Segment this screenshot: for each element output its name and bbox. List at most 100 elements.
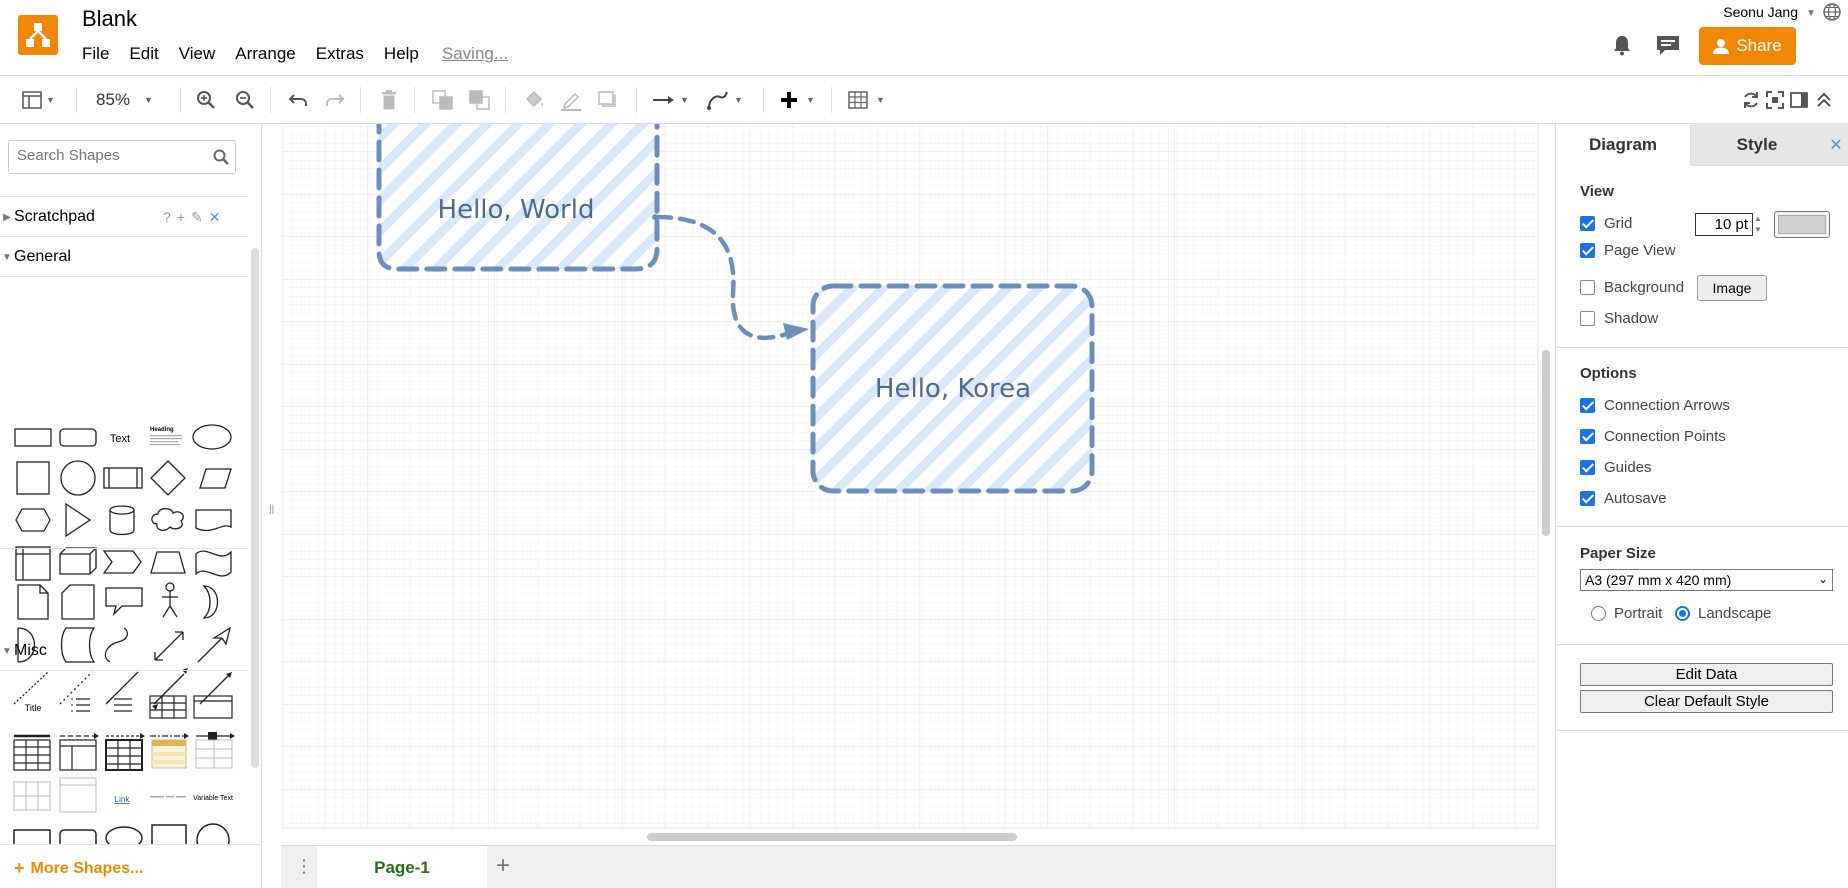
rounded-rectangle-shape[interactable] <box>59 428 97 447</box>
guides-option[interactable]: Guides <box>1580 459 1652 476</box>
menu-file[interactable]: File <box>82 44 109 64</box>
shadow-button[interactable] <box>598 87 618 113</box>
rectangle-shape[interactable] <box>14 428 52 447</box>
menu-help[interactable]: Help <box>384 44 419 64</box>
image-button[interactable]: Image <box>1697 275 1767 301</box>
tab-diagram[interactable]: Diagram <box>1556 124 1690 166</box>
menu-edit[interactable]: Edit <box>129 44 158 64</box>
landscape-radio[interactable] <box>1675 606 1690 621</box>
scratchpad-header[interactable]: ▶ Scratchpad ? + ✎ ✕ <box>0 202 248 232</box>
label-text-shape[interactable] <box>150 796 186 798</box>
note-shape[interactable] <box>17 584 49 620</box>
connection-style-dropdown[interactable]: ▼ <box>652 87 689 113</box>
class-list-shape[interactable] <box>59 777 97 813</box>
portrait-radio[interactable] <box>1591 606 1606 621</box>
shape-hello-korea[interactable]: Hello, Korea <box>810 283 1095 494</box>
general-shapes-grid[interactable]: Text Heading <box>0 284 248 584</box>
connection-arrows-option[interactable]: Connection Arrows <box>1580 397 1730 414</box>
general-header[interactable]: ▼ General <box>0 242 248 272</box>
delete-button[interactable] <box>381 87 397 113</box>
waypoints-dropdown[interactable]: ▼ <box>706 87 743 113</box>
shape-hello-korea-label[interactable]: Hello, Korea <box>875 374 1031 404</box>
tab-style[interactable]: Style <box>1690 124 1823 166</box>
misc-shapes-grid[interactable]: Title Link Variable Text <box>0 680 248 850</box>
notification-bell-icon[interactable] <box>1610 33 1634 57</box>
fullscreen-button[interactable] <box>1766 87 1784 113</box>
paper-size-select[interactable]: A3 (297 mm x 420 mm) ⌄ <box>1580 569 1833 591</box>
text-shape[interactable]: Text <box>110 433 130 445</box>
connection-points-option[interactable]: Connection Points <box>1580 428 1726 445</box>
more-shapes-button[interactable]: + More Shapes... <box>14 858 143 879</box>
shape-hello-world-label[interactable]: Hello, World <box>438 195 595 225</box>
cloud-shape[interactable] <box>151 507 184 531</box>
misc-header[interactable]: ▼ Misc <box>0 636 248 666</box>
toggle-format-panel-button[interactable] <box>1790 87 1808 113</box>
menu-extras[interactable]: Extras <box>316 44 364 64</box>
variable-text-shape[interactable]: Variable Text <box>193 795 233 802</box>
page-view-checkbox[interactable] <box>1580 243 1595 258</box>
fill-color-button[interactable] <box>523 87 545 113</box>
step-shape[interactable] <box>102 550 142 574</box>
card-shape[interactable] <box>61 584 95 620</box>
edit-data-button[interactable]: Edit Data <box>1580 663 1833 686</box>
document-shape[interactable] <box>195 509 232 532</box>
search-input[interactable] <box>17 147 207 164</box>
format-panel-toggle[interactable]: ▼ <box>22 87 55 113</box>
page-tab[interactable]: Page-1 <box>317 846 487 888</box>
title-shape[interactable]: Title <box>25 703 42 713</box>
redo-button[interactable] <box>325 87 345 113</box>
to-back-button[interactable] <box>469 87 491 113</box>
portrait-option[interactable]: Portrait <box>1591 605 1662 622</box>
grid-size-stepper[interactable]: ▲ ▼ <box>1754 213 1766 236</box>
table-shape[interactable] <box>149 695 187 719</box>
table-dropdown[interactable]: ▼ <box>848 87 885 113</box>
trapezoid-shape[interactable] <box>150 551 186 574</box>
autosave-checkbox[interactable] <box>1580 491 1595 506</box>
colored-table-shape[interactable] <box>151 739 187 769</box>
grid-option[interactable]: Grid <box>1580 215 1632 232</box>
guides-checkbox[interactable] <box>1580 460 1595 475</box>
actor-shape[interactable] <box>165 582 175 592</box>
search-box[interactable] <box>8 140 236 174</box>
circle-shape[interactable] <box>60 460 96 496</box>
undo-button[interactable] <box>288 87 308 113</box>
background-option[interactable]: Background <box>1580 279 1684 296</box>
connection-arrows-checkbox[interactable] <box>1580 398 1595 413</box>
diamond-shape[interactable] <box>150 460 186 496</box>
menu-arrange[interactable]: Arrange <box>235 44 295 64</box>
canvas-horizontal-scrollbar[interactable] <box>647 833 1017 841</box>
line-color-button[interactable] <box>560 87 582 113</box>
link-shape[interactable]: Link <box>115 795 131 804</box>
zoom-out-button[interactable] <box>235 87 255 113</box>
document-title[interactable]: Blank <box>82 6 137 32</box>
tape-shape[interactable] <box>195 550 232 577</box>
heading-shape[interactable]: Heading <box>150 427 174 433</box>
triangle-shape[interactable] <box>65 502 92 538</box>
zoom-dropdown[interactable]: 85% ▼ <box>96 87 153 113</box>
connection-points-checkbox[interactable] <box>1580 429 1595 444</box>
grid-color-button[interactable] <box>1774 211 1830 238</box>
globe-icon[interactable] <box>1822 2 1842 22</box>
square-shape[interactable] <box>16 461 50 495</box>
page-view-option[interactable]: Page View <box>1580 242 1675 259</box>
share-button[interactable]: Share <box>1699 27 1796 65</box>
diagram-canvas[interactable]: Hello, World Hello, Korea <box>263 124 1555 844</box>
parallelogram-shape[interactable] <box>199 468 232 489</box>
callout-shape[interactable] <box>105 587 143 617</box>
or-shape[interactable] <box>202 585 218 619</box>
shadow-option[interactable]: Shadow <box>1580 310 1658 327</box>
zoom-in-button[interactable] <box>196 87 216 113</box>
bold-table-shape[interactable] <box>105 739 143 771</box>
page-menu-icon[interactable]: ⋮ <box>295 856 313 877</box>
close-icon[interactable]: ✕ <box>1823 124 1848 166</box>
sidebar-scrollbar[interactable] <box>251 248 259 768</box>
hexagon-shape[interactable] <box>15 508 51 532</box>
canvas-svg[interactable]: Hello, World Hello, Korea <box>263 124 1555 844</box>
sidebar-resize-handle[interactable]: || <box>269 504 274 515</box>
help-icon[interactable]: ? <box>163 209 171 225</box>
clear-default-style-button[interactable]: Clear Default Style <box>1580 690 1833 713</box>
header-table-shape[interactable] <box>59 739 97 771</box>
shadow-checkbox[interactable] <box>1580 311 1595 326</box>
saving-status[interactable]: Saving... <box>442 44 508 64</box>
collapse-toolbar-button[interactable] <box>1816 87 1832 113</box>
